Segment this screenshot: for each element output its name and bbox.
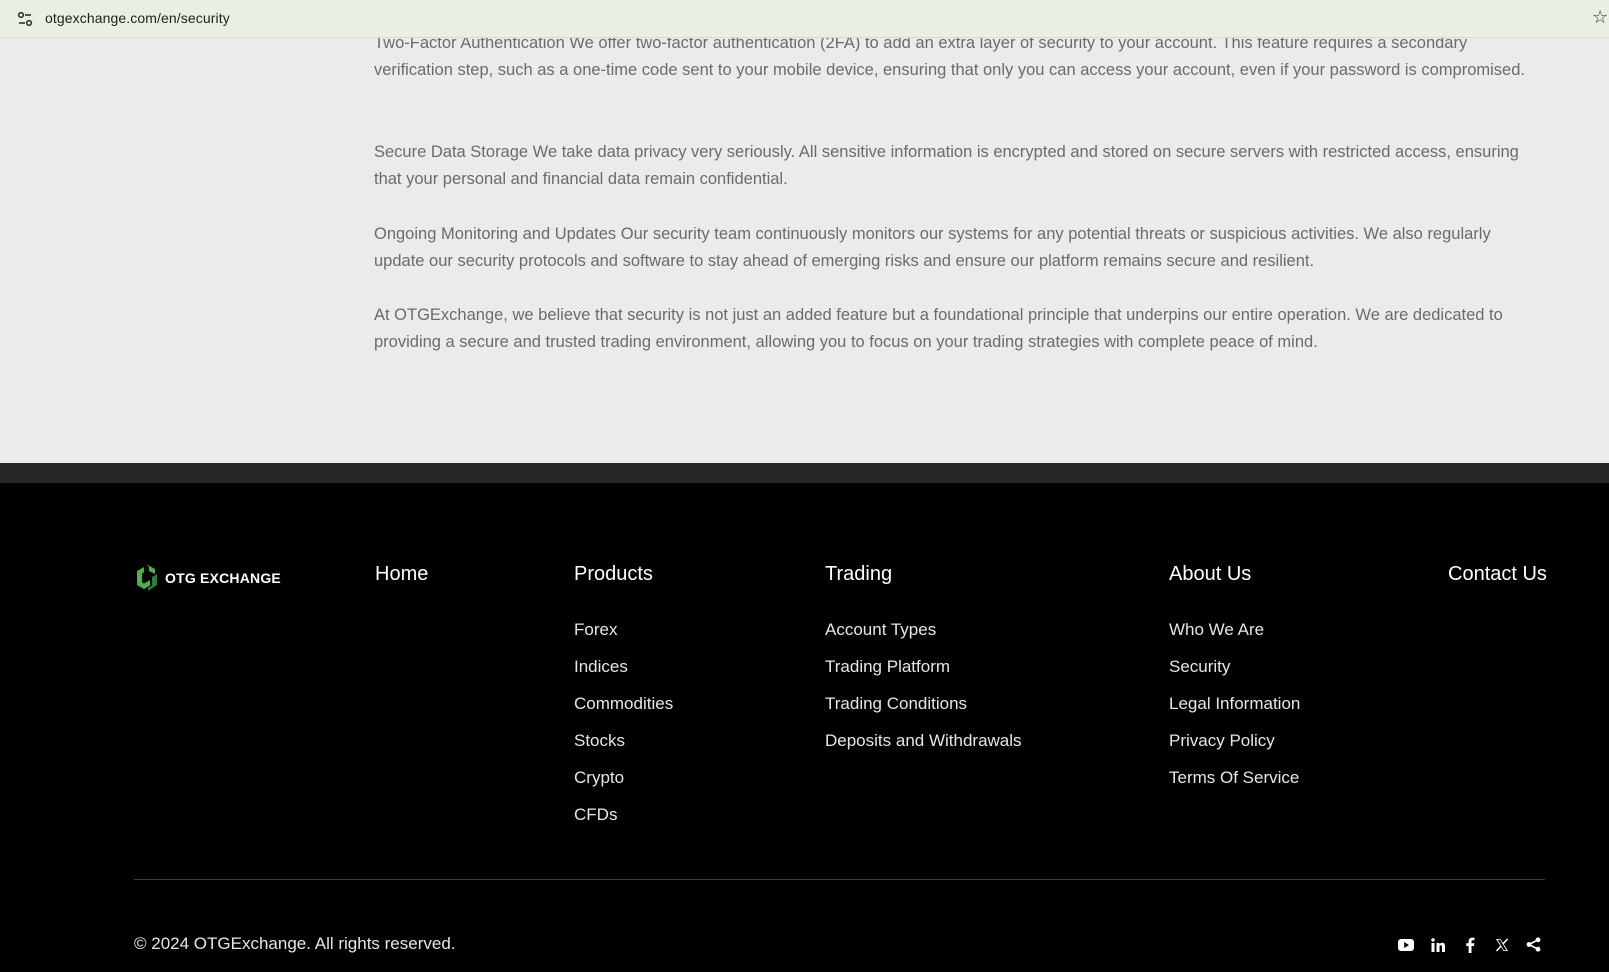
footer-link-home[interactable]: Home	[375, 563, 428, 586]
otg-logo-icon	[137, 564, 157, 591]
footer-products-list: Forex Indices Commodities Stocks Crypto …	[574, 619, 673, 841]
social-links	[1396, 935, 1543, 954]
facebook-icon[interactable]	[1460, 935, 1479, 954]
share-icon[interactable]	[1524, 935, 1543, 954]
security-content: Two-Factor Authentication We offer two-f…	[0, 38, 1609, 463]
footer-link-forex[interactable]: Forex	[574, 619, 673, 656]
paragraph-conclusion: At OTGExchange, we believe that security…	[374, 306, 1503, 351]
footer-link-crypto[interactable]: Crypto	[574, 767, 673, 804]
paragraph-monitoring: Ongoing Monitoring and Updates Our secur…	[374, 225, 1491, 270]
footer-link-terms-of-service[interactable]: Terms Of Service	[1169, 767, 1300, 804]
browser-address-bar: otgexchange.com/en/security ☆	[0, 0, 1609, 38]
footer-heading-products: Products	[574, 563, 653, 585]
paragraph-two-factor: Two-Factor Authentication We offer two-f…	[374, 38, 1525, 79]
footer-link-stocks[interactable]: Stocks	[574, 730, 673, 767]
footer-link-contact[interactable]: Contact Us	[1448, 563, 1547, 586]
url-field[interactable]: otgexchange.com/en/security	[45, 10, 230, 26]
footer-link-deposits-withdrawals[interactable]: Deposits and Withdrawals	[825, 730, 1022, 767]
site-info-icon[interactable]	[16, 10, 34, 28]
x-icon[interactable]	[1492, 935, 1511, 954]
footer-link-account-types[interactable]: Account Types	[825, 619, 1022, 656]
footer-link-indices[interactable]: Indices	[574, 656, 673, 693]
site-footer: OTG EXCHANGE Home Products Forex Indices…	[0, 483, 1609, 972]
footer-link-cfds[interactable]: CFDs	[574, 804, 673, 841]
footer-link-who-we-are[interactable]: Who We Are	[1169, 619, 1300, 656]
section-divider	[0, 463, 1609, 483]
bookmark-star-icon[interactable]: ☆	[1592, 8, 1608, 28]
footer-heading-about: About Us	[1169, 563, 1252, 585]
footer-heading-trading: Trading	[825, 563, 893, 585]
footer-logo[interactable]: OTG EXCHANGE	[134, 563, 281, 593]
footer-divider	[134, 879, 1545, 880]
logo-text: OTG EXCHANGE	[165, 570, 281, 586]
paragraph-secure-storage: Secure Data Storage We take data privacy…	[374, 143, 1519, 188]
footer-link-security[interactable]: Security	[1169, 656, 1300, 693]
footer-link-commodities[interactable]: Commodities	[574, 693, 673, 730]
footer-link-trading-conditions[interactable]: Trading Conditions	[825, 693, 1022, 730]
footer-trading-list: Account Types Trading Platform Trading C…	[825, 619, 1022, 767]
footer-link-legal-information[interactable]: Legal Information	[1169, 693, 1300, 730]
footer-link-privacy-policy[interactable]: Privacy Policy	[1169, 730, 1300, 767]
youtube-icon[interactable]	[1396, 935, 1415, 954]
footer-link-trading-platform[interactable]: Trading Platform	[825, 656, 1022, 693]
linkedin-icon[interactable]	[1428, 935, 1447, 954]
copyright-text: © 2024 OTGExchange. All rights reserved.	[134, 934, 456, 953]
footer-about-list: Who We Are Security Legal Information Pr…	[1169, 619, 1300, 804]
